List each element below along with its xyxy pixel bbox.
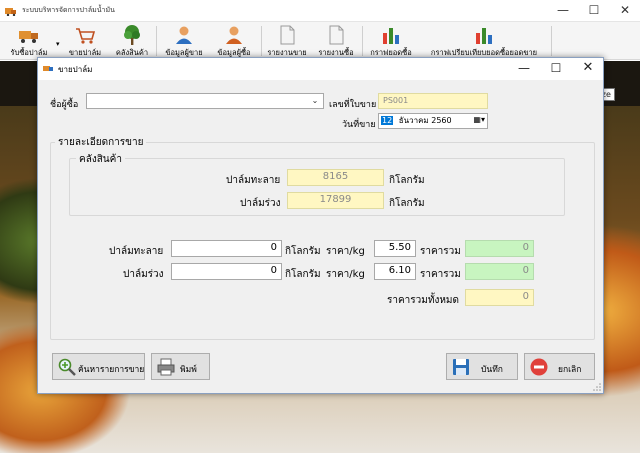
sell-palm-dialog: ขายปาล์ม — ☐ ✕ ชื่อผู้ซื้อ ⌄ เลขที่ใบขาย… bbox=[37, 57, 604, 394]
toolbar-compare-graph[interactable]: กราฟเปรียบเทียบยอดซื้อยอดขาย bbox=[421, 24, 547, 58]
toolbar-buy-palm[interactable]: รับซื้อปาล์ม bbox=[4, 24, 54, 58]
stock-loose-unit: กิโลกรัม bbox=[389, 198, 425, 209]
toolbar-purchase-graph[interactable]: กราฟยอดซื้อ bbox=[365, 24, 417, 58]
tree-icon bbox=[124, 25, 140, 45]
grand-total-label: ราคารวมทั้งหมด bbox=[387, 295, 460, 306]
main-toolbar: รับซื้อปาล์ม ▾ ขายปาล์ม คลังสินค้า ข้อมู… bbox=[0, 22, 640, 60]
invoice-field[interactable]: PS001 bbox=[378, 93, 488, 109]
resize-grip-icon[interactable] bbox=[593, 383, 601, 391]
app-titlebar: ระบบบริหารจัดการปาล์มน้ำมัน — ☐ ✕ bbox=[0, 0, 640, 22]
toolbar-warehouse[interactable]: คลังสินค้า bbox=[111, 24, 153, 58]
stock-title: คลังสินค้า bbox=[76, 152, 125, 167]
sale-bunch-price-label: ราคา/kg bbox=[326, 246, 365, 257]
toolbar-purchase-report[interactable]: รายงานซื้อ bbox=[313, 24, 359, 58]
dialog-minimize-button[interactable]: — bbox=[508, 58, 540, 80]
toolbar-sales-report[interactable]: รายงานขาย bbox=[263, 24, 311, 58]
toolbar-separator bbox=[362, 26, 363, 56]
stock-bunch-field[interactable]: 8165 bbox=[287, 169, 384, 186]
sale-detail-title: รายละเอียดการขาย bbox=[55, 135, 147, 150]
sale-loose-label: ปาล์มร่วง bbox=[123, 269, 164, 280]
sale-loose-total-field[interactable]: 0 bbox=[465, 263, 534, 280]
dialog-maximize-button[interactable]: ☐ bbox=[540, 58, 572, 80]
date-picker[interactable]: 12 ธันวาคม 2560 ▦▾ bbox=[378, 113, 488, 129]
buyer-combobox[interactable]: ⌄ bbox=[86, 93, 324, 109]
bar-chart-icon bbox=[476, 28, 492, 44]
date-label: วันที่ขาย bbox=[342, 120, 376, 130]
toolbar-separator bbox=[551, 26, 552, 56]
sale-loose-qty-input[interactable]: 0 bbox=[171, 263, 282, 280]
bar-chart-icon bbox=[383, 28, 399, 44]
cancel-icon bbox=[530, 358, 548, 376]
stock-loose-label: ปาล์มร่วง bbox=[240, 198, 281, 209]
sale-bunch-price-input[interactable]: 5.50 bbox=[374, 240, 416, 257]
sale-bunch-label: ปาล์มทะลาย bbox=[109, 246, 164, 257]
calendar-icon: ▦▾ bbox=[473, 115, 485, 124]
buyer-label: ชื่อผู้ซื้อ bbox=[50, 100, 79, 110]
printer-icon bbox=[157, 358, 175, 376]
toolbar-sell-palm[interactable]: ขายปาล์ม bbox=[62, 24, 108, 58]
search-sales-button[interactable]: ค้นหารายการขาย bbox=[52, 353, 145, 380]
toolbar-seller-info[interactable]: ข้อมูลผู้ขาย bbox=[160, 24, 208, 58]
toolbar-separator bbox=[156, 26, 157, 56]
dialog-close-button[interactable]: ✕ bbox=[572, 58, 604, 80]
toolbar-separator bbox=[261, 26, 262, 56]
sale-bunch-qty-input[interactable]: 0 bbox=[171, 240, 282, 257]
user-icon bbox=[226, 26, 242, 44]
date-day: 12 bbox=[381, 116, 394, 125]
cancel-button[interactable]: ยกเลิก bbox=[524, 353, 595, 380]
maximize-button[interactable]: ☐ bbox=[579, 0, 609, 22]
sale-loose-price-label: ราคา/kg bbox=[326, 269, 365, 280]
sale-loose-unit: กิโลกรัม bbox=[285, 269, 321, 280]
floppy-disk-icon bbox=[453, 359, 469, 375]
app-icon bbox=[5, 8, 16, 16]
chevron-down-icon: ⌄ bbox=[311, 96, 319, 105]
user-icon bbox=[176, 26, 192, 44]
dialog-title: ขายปาล์ม bbox=[58, 65, 93, 74]
app-title: ระบบบริหารจัดการปาล์มน้ำมัน bbox=[22, 6, 115, 14]
sale-bunch-unit: กิโลกรัม bbox=[285, 246, 321, 257]
sale-loose-price-input[interactable]: 6.10 bbox=[374, 263, 416, 280]
search-add-icon bbox=[58, 358, 76, 376]
stock-bunch-label: ปาล์มทะลาย bbox=[226, 175, 281, 186]
document-icon bbox=[329, 25, 344, 45]
stock-loose-field[interactable]: 17899 bbox=[287, 192, 384, 209]
close-button[interactable]: ✕ bbox=[610, 0, 640, 22]
dialog-icon bbox=[43, 66, 53, 71]
sale-loose-total-label: ราคารวม bbox=[420, 269, 461, 280]
toolbar-buyer-info[interactable]: ข้อมูลผู้ซื้อ bbox=[210, 24, 258, 58]
save-button[interactable]: บันทึก bbox=[446, 353, 518, 380]
print-button[interactable]: พิมพ์ bbox=[151, 353, 210, 380]
date-month-year: ธันวาคม 2560 bbox=[398, 116, 452, 125]
dialog-titlebar: ขายปาล์ม — ☐ ✕ bbox=[38, 58, 603, 80]
document-icon bbox=[280, 25, 295, 45]
invoice-label: เลขที่ใบขาย bbox=[329, 100, 377, 110]
stock-bunch-unit: กิโลกรัม bbox=[389, 175, 425, 186]
sale-bunch-total-field[interactable]: 0 bbox=[465, 240, 534, 257]
sale-bunch-total-label: ราคารวม bbox=[420, 246, 461, 257]
dropdown-arrow-icon: ▾ bbox=[56, 40, 60, 48]
grand-total-field[interactable]: 0 bbox=[465, 289, 534, 306]
cart-icon bbox=[76, 28, 96, 44]
minimize-button[interactable]: — bbox=[548, 0, 578, 22]
truck-icon bbox=[19, 31, 38, 43]
